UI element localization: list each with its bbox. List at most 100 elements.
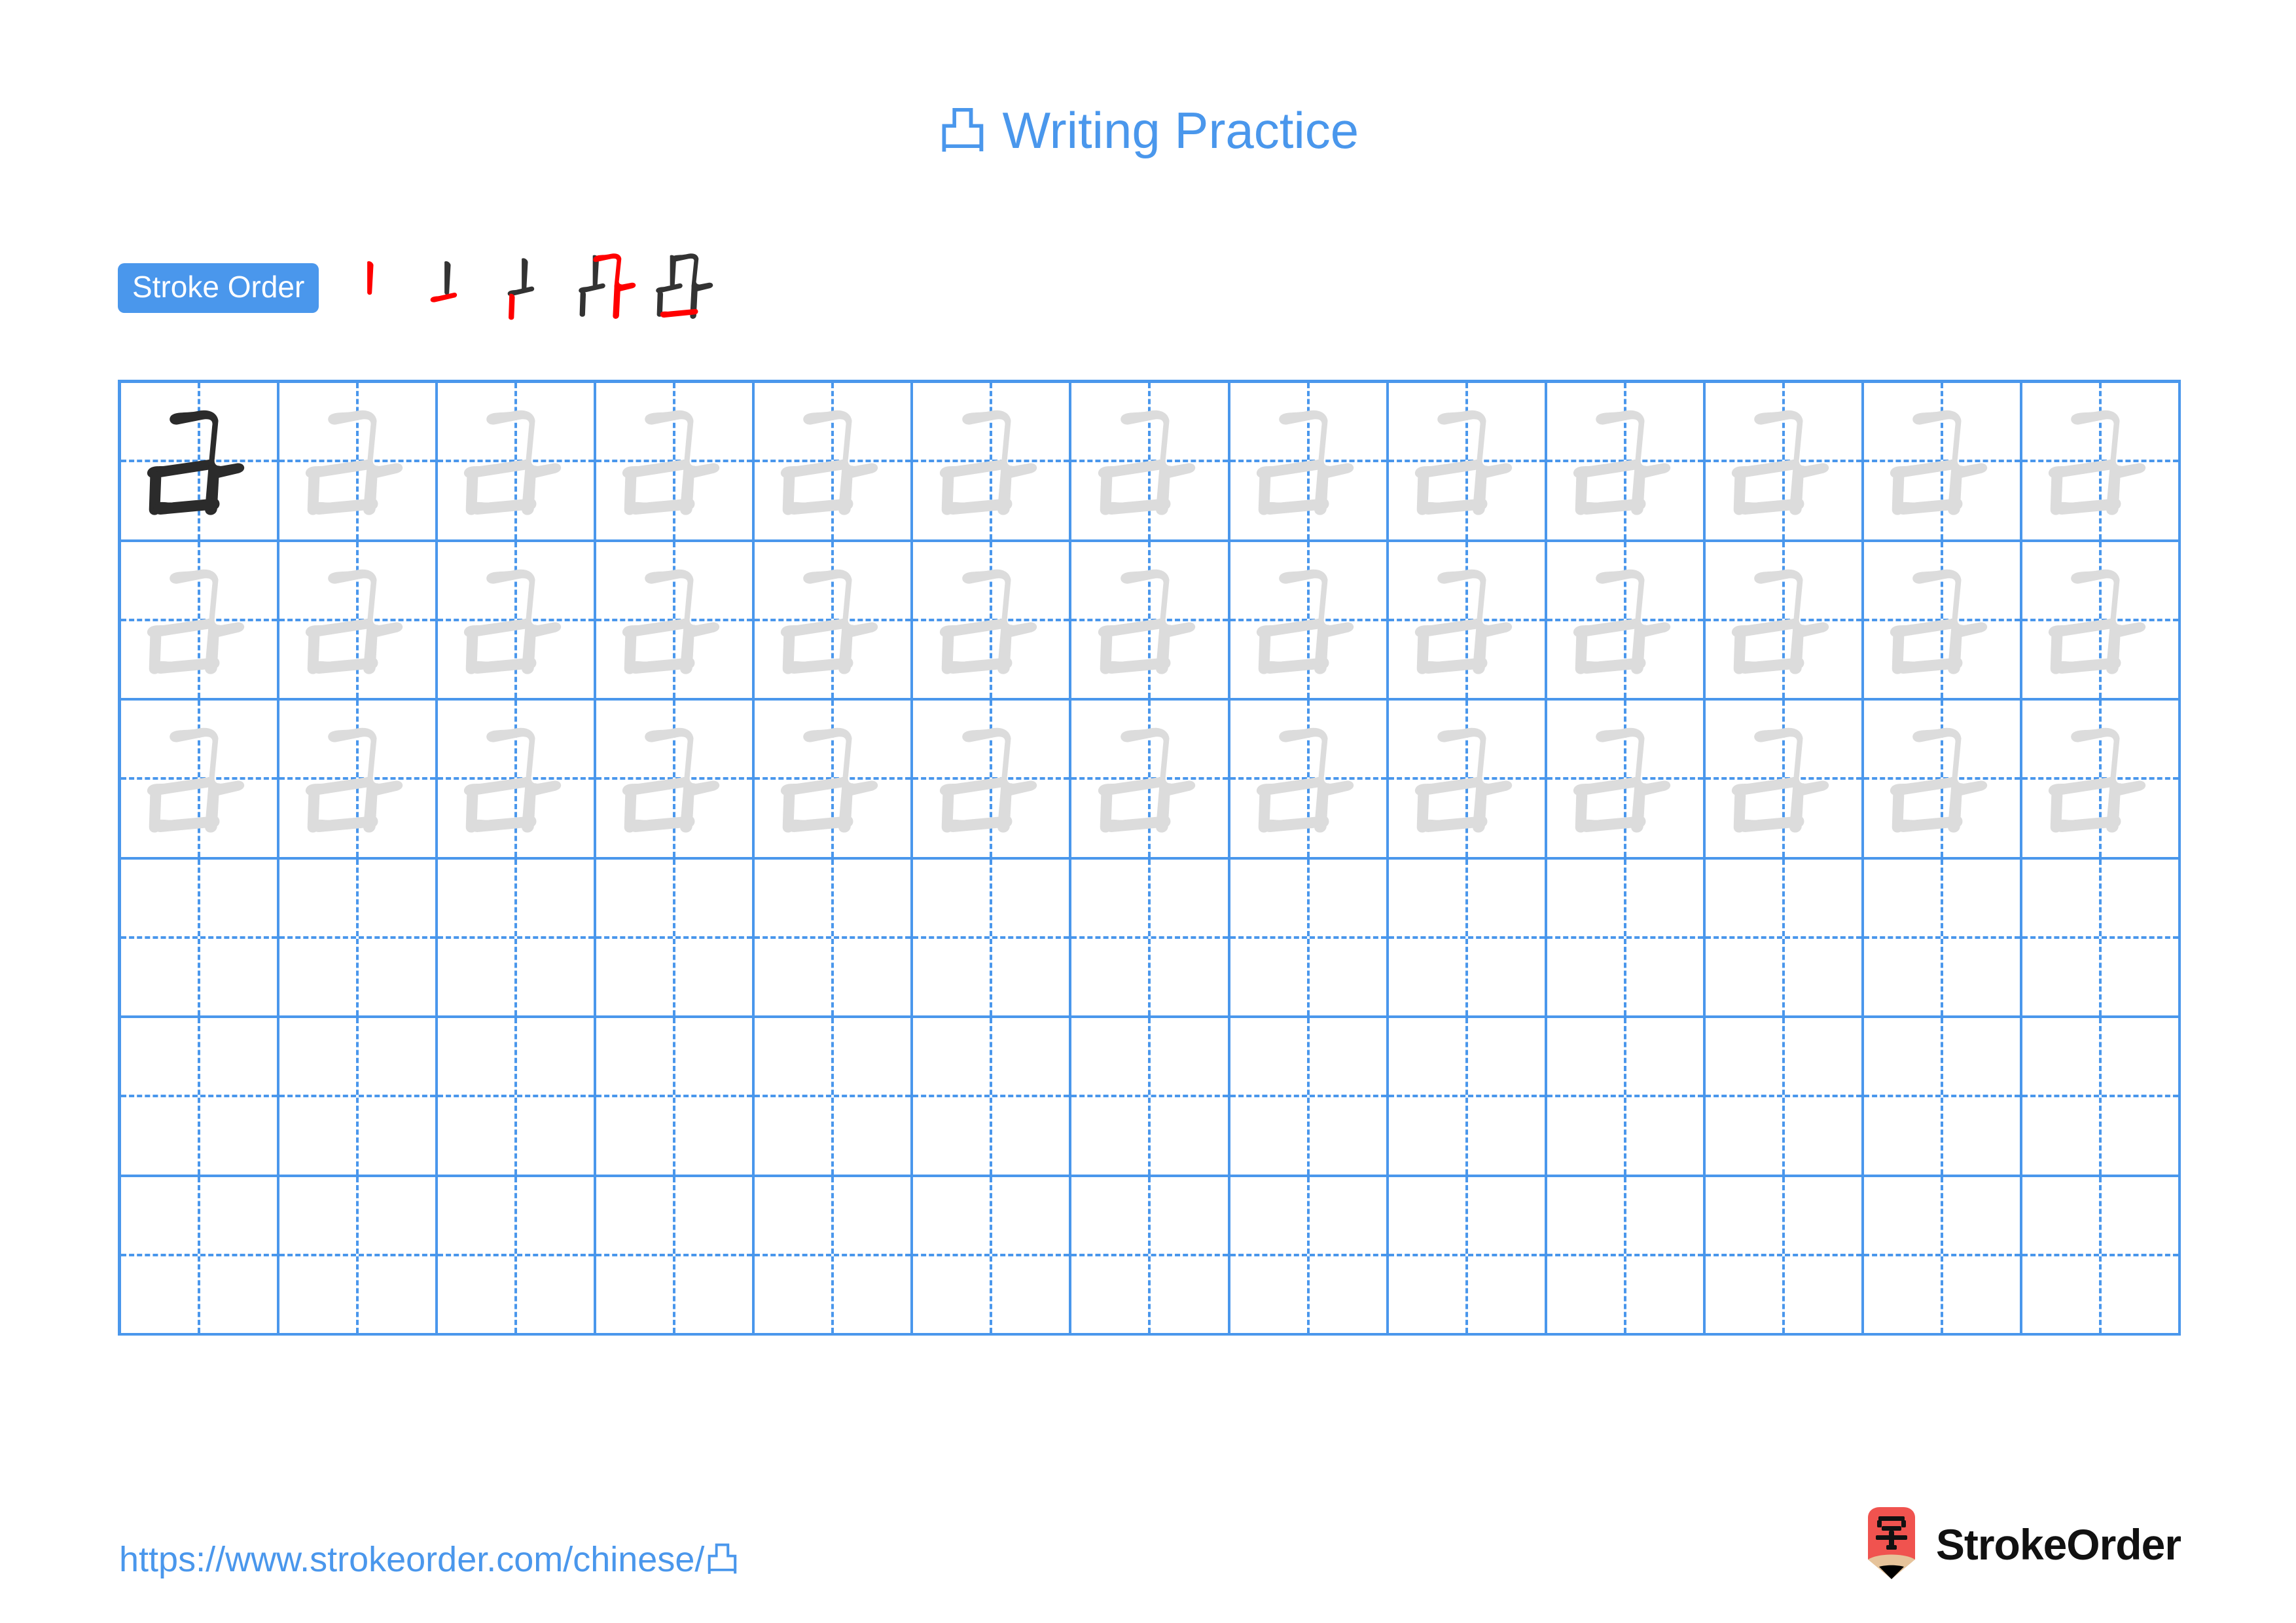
practice-cell[interactable] xyxy=(755,1176,914,1336)
practice-cell[interactable] xyxy=(755,859,914,1018)
practice-cell[interactable] xyxy=(1705,1018,1864,1177)
practice-cell[interactable] xyxy=(1863,1176,2022,1336)
practice-cell[interactable] xyxy=(913,541,1072,701)
practice-cell[interactable] xyxy=(1230,541,1389,701)
practice-cell[interactable] xyxy=(1388,701,1547,860)
practice-cell[interactable] xyxy=(121,1176,280,1336)
practice-cell[interactable] xyxy=(913,701,1072,860)
practice-cell[interactable] xyxy=(2022,1176,2181,1336)
example-character xyxy=(121,383,277,539)
practice-cell[interactable] xyxy=(279,1018,439,1177)
practice-cell[interactable] xyxy=(1071,859,1230,1018)
practice-cell[interactable] xyxy=(1230,1176,1389,1336)
guide-line-horizontal xyxy=(1705,1095,1861,1098)
practice-cell[interactable] xyxy=(913,1176,1072,1336)
practice-cell[interactable] xyxy=(2022,541,2181,701)
trace-character xyxy=(438,701,594,857)
practice-cell[interactable] xyxy=(279,541,439,701)
practice-cell[interactable] xyxy=(2022,1018,2181,1177)
practice-cell[interactable] xyxy=(1388,859,1547,1018)
guide-line-horizontal xyxy=(121,1253,278,1256)
practice-cell[interactable] xyxy=(121,1018,280,1177)
practice-cell[interactable] xyxy=(121,701,280,860)
trace-character xyxy=(1547,701,1703,857)
practice-cell[interactable] xyxy=(438,859,597,1018)
practice-cell[interactable] xyxy=(1547,859,1706,1018)
practice-cell[interactable] xyxy=(913,383,1072,542)
practice-cell[interactable] xyxy=(755,383,914,542)
practice-cell[interactable] xyxy=(1071,701,1230,860)
guide-line-horizontal xyxy=(1388,1253,1545,1256)
practice-cell[interactable] xyxy=(2022,383,2181,542)
practice-cell[interactable] xyxy=(1230,383,1389,542)
trace-character xyxy=(596,383,752,539)
guide-line-horizontal xyxy=(1071,936,1228,939)
stroke-order-badge: Stroke Order xyxy=(118,263,319,313)
practice-cell[interactable] xyxy=(913,859,1072,1018)
practice-cell[interactable] xyxy=(1705,701,1864,860)
practice-cell[interactable] xyxy=(913,1018,1072,1177)
practice-cell[interactable] xyxy=(438,541,597,701)
practice-cell[interactable] xyxy=(596,1176,755,1336)
practice-cell[interactable] xyxy=(438,1018,597,1177)
practice-cell[interactable] xyxy=(438,701,597,860)
practice-cell[interactable] xyxy=(121,541,280,701)
practice-cell[interactable] xyxy=(1071,383,1230,542)
practice-cell[interactable] xyxy=(438,383,597,542)
practice-cell[interactable] xyxy=(755,701,914,860)
stroke-step-3 xyxy=(495,245,573,322)
practice-cell[interactable] xyxy=(1863,383,2022,542)
practice-cell[interactable] xyxy=(1230,701,1389,860)
guide-line-horizontal xyxy=(913,1253,1069,1256)
guide-line-horizontal xyxy=(2022,1095,2178,1098)
practice-cell[interactable] xyxy=(1071,1176,1230,1336)
practice-cell[interactable] xyxy=(1547,1018,1706,1177)
practice-grid xyxy=(118,380,2181,1336)
practice-cell[interactable] xyxy=(121,859,280,1018)
trace-character xyxy=(2022,383,2178,539)
practice-cell[interactable] xyxy=(279,701,439,860)
practice-cell[interactable] xyxy=(1547,541,1706,701)
practice-cell[interactable] xyxy=(1863,701,2022,860)
guide-line-horizontal xyxy=(279,936,436,939)
practice-cell[interactable] xyxy=(596,383,755,542)
practice-cell[interactable] xyxy=(1230,1018,1389,1177)
practice-cell[interactable] xyxy=(1863,859,2022,1018)
practice-cell[interactable] xyxy=(1705,383,1864,542)
practice-cell[interactable] xyxy=(279,859,439,1018)
practice-cell[interactable] xyxy=(438,1176,597,1336)
guide-line-horizontal xyxy=(438,1253,594,1256)
brand-name: StrokeOrder xyxy=(1935,1520,2181,1569)
guide-line-horizontal xyxy=(1230,1095,1386,1098)
practice-cell[interactable] xyxy=(1388,1176,1547,1336)
practice-cell[interactable] xyxy=(2022,859,2181,1018)
practice-cell[interactable] xyxy=(1547,701,1706,860)
practice-cell[interactable] xyxy=(755,541,914,701)
practice-cell[interactable] xyxy=(596,701,755,860)
practice-cell[interactable] xyxy=(596,859,755,1018)
practice-cell[interactable] xyxy=(2022,701,2181,860)
practice-cell[interactable] xyxy=(1547,1176,1706,1336)
footer-url[interactable]: https://www.strokeorder.com/chinese/凸 xyxy=(119,1530,740,1582)
practice-cell[interactable] xyxy=(1863,1018,2022,1177)
practice-cell[interactable] xyxy=(1705,859,1864,1018)
practice-cell[interactable] xyxy=(755,1018,914,1177)
trace-character xyxy=(1706,542,1861,699)
practice-cell[interactable] xyxy=(1388,383,1547,542)
practice-cell[interactable] xyxy=(279,1176,439,1336)
practice-cell[interactable] xyxy=(121,383,280,542)
practice-cell[interactable] xyxy=(1547,383,1706,542)
guide-line-horizontal xyxy=(1547,1095,1703,1098)
practice-cell[interactable] xyxy=(1705,541,1864,701)
practice-cell[interactable] xyxy=(596,541,755,701)
practice-cell[interactable] xyxy=(1071,541,1230,701)
practice-cell[interactable] xyxy=(279,383,439,542)
practice-cell[interactable] xyxy=(1230,859,1389,1018)
practice-cell[interactable] xyxy=(596,1018,755,1177)
practice-cell[interactable] xyxy=(1705,1176,1864,1336)
practice-cell[interactable] xyxy=(1388,1018,1547,1177)
practice-cell[interactable] xyxy=(1863,541,2022,701)
practice-cell[interactable] xyxy=(1071,1018,1230,1177)
trace-character xyxy=(755,542,910,699)
practice-cell[interactable] xyxy=(1388,541,1547,701)
